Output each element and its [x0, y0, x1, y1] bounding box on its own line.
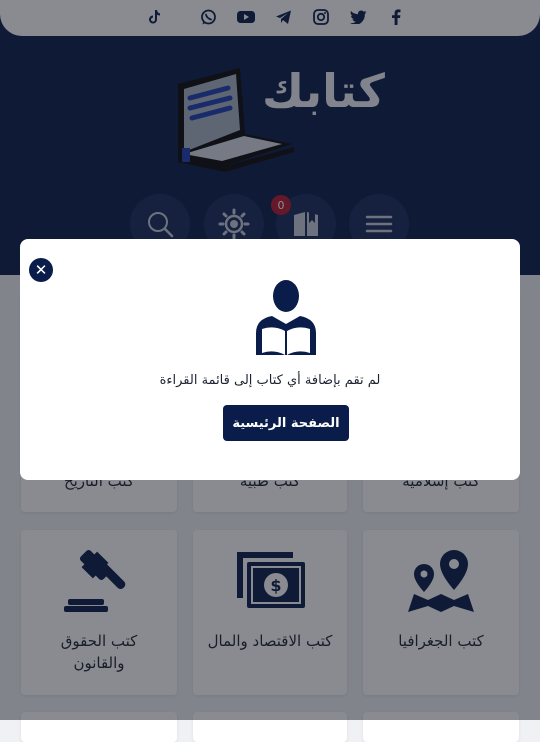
empty-reading-list-dialog: ✕ لم تقم بإضافة أي كتاب إلى قائمة القراء…	[20, 239, 520, 480]
reader-icon	[256, 280, 316, 355]
home-page-button[interactable]: الصفحة الرئيسية	[223, 405, 349, 441]
empty-list-message: لم تقم بإضافة أي كتاب إلى قائمة القراءة	[159, 373, 381, 388]
close-button[interactable]: ✕	[29, 258, 53, 282]
